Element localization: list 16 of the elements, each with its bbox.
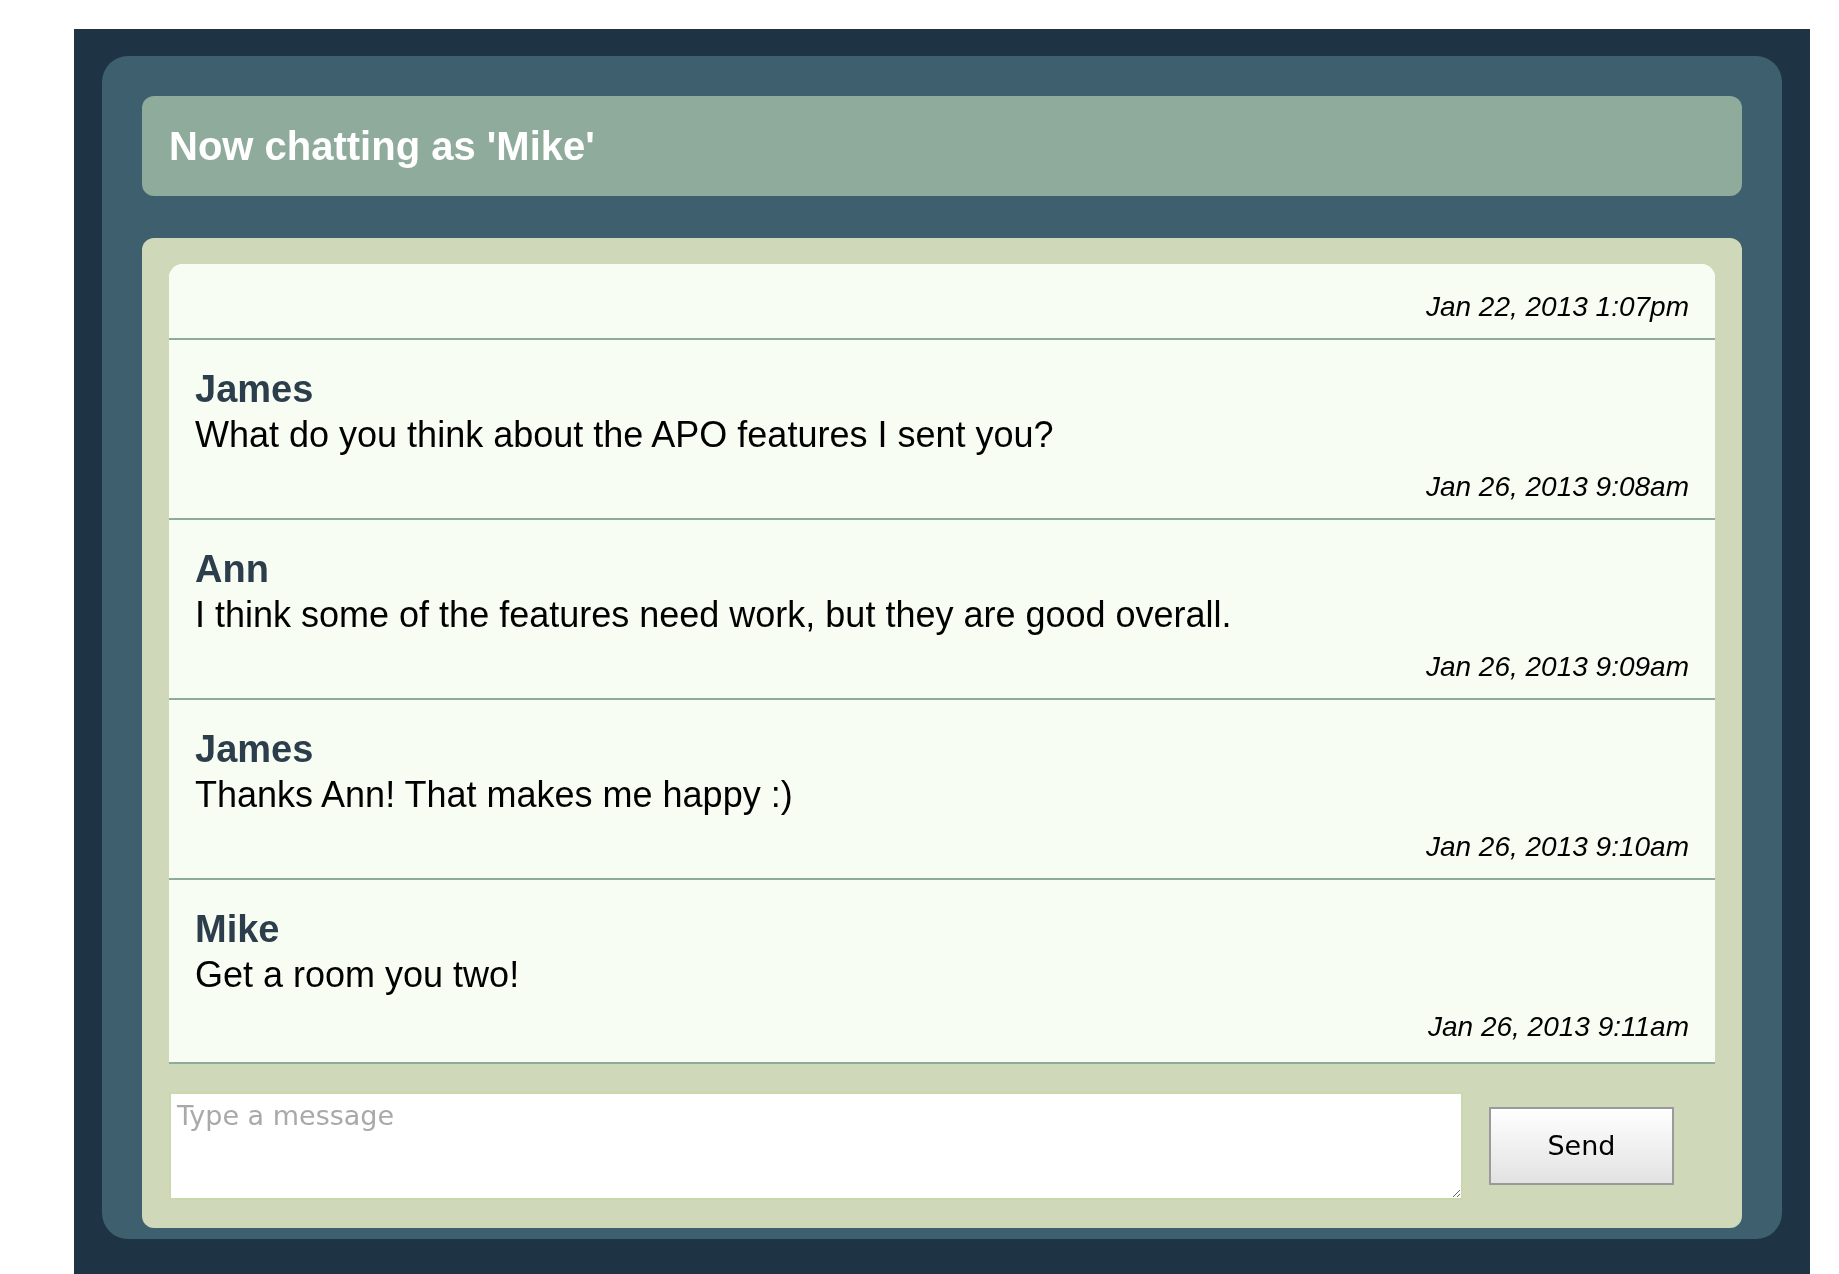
message-timestamp: Jan 26, 2013 9:08am [1425,470,1689,504]
message-timestamp: Jan 26, 2013 9:09am [1425,650,1689,684]
message-text: Thanks Ann! That makes me happy :) [195,773,794,817]
send-button[interactable]: Send [1489,1107,1674,1185]
message-timestamp: Jan 22, 2013 1:07pm [1425,290,1689,324]
header-title: Now chatting as 'Mike' [169,123,595,170]
message-author: James [195,727,315,772]
message-author: Ann [195,547,270,592]
message-timestamp: Jan 26, 2013 9:10am [1425,830,1689,864]
message-author: Mike [195,907,281,952]
message-timestamp: Jan 26, 2013 9:11am [1428,1010,1689,1044]
message-text: What do you think about the APO features I sent you? [195,413,1055,457]
message-text: I think some of the features need work, but they are good overall. [195,593,1233,637]
message-author: James [195,367,315,412]
message-text: Get a room you two! [195,953,521,997]
message-field[interactable]: Type a message [169,1092,1463,1200]
